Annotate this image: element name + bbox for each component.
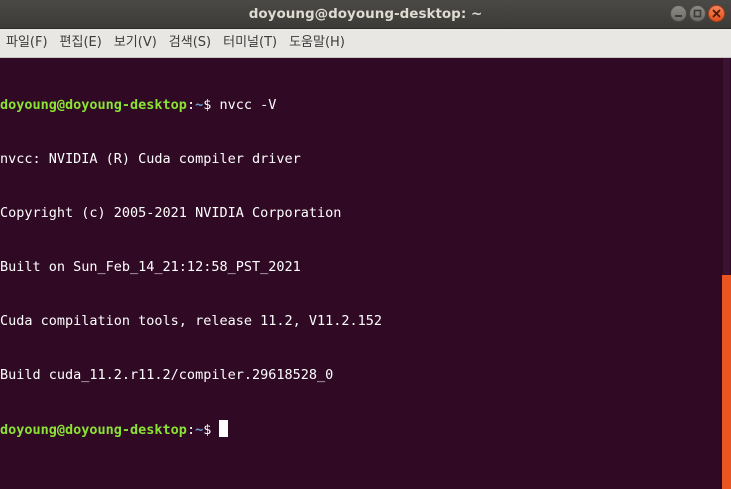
maximize-icon <box>693 9 702 18</box>
active-prompt-line[interactable]: doyoung@doyoung-desktop:~$ <box>0 420 722 438</box>
output-line: Built on Sun_Feb_14_21:12:58_PST_2021 <box>0 259 301 275</box>
terminal-output-area[interactable]: doyoung@doyoung-desktop:~$ nvcc -V nvcc:… <box>0 58 722 489</box>
minimize-button[interactable] <box>670 5 687 22</box>
close-button[interactable] <box>708 5 725 22</box>
menu-view[interactable]: 보기(V) <box>108 29 163 57</box>
text-cursor <box>219 420 229 437</box>
prompt-separator: : <box>186 97 196 113</box>
prompt-sign: $ <box>203 97 220 113</box>
prompt-user: doyoung@doyoung-desktop <box>0 97 187 113</box>
command-line: doyoung@doyoung-desktop:~$ nvcc -V <box>0 96 722 114</box>
output-line: nvcc: NVIDIA (R) Cuda compiler driver <box>0 151 301 167</box>
vertical-scrollbar[interactable] <box>722 58 731 489</box>
maximize-button[interactable] <box>689 5 706 22</box>
prompt-path: ~ <box>195 97 204 113</box>
scrollbar-thumb[interactable] <box>722 275 731 489</box>
command-text: nvcc -V <box>219 97 277 113</box>
menu-file[interactable]: 파일(F) <box>0 29 54 57</box>
terminal-window: doyoung@doyoung-desktop: ~ 파일(F) 편집(E) 보… <box>0 0 731 489</box>
title-bar[interactable]: doyoung@doyoung-desktop: ~ <box>0 0 731 29</box>
prompt-user: doyoung@doyoung-desktop <box>0 422 187 438</box>
menu-help[interactable]: 도움말(H) <box>283 29 351 57</box>
output-line: Copyright (c) 2005-2021 NVIDIA Corporati… <box>0 205 342 221</box>
minimize-icon <box>675 15 682 17</box>
menu-bar: 파일(F) 편집(E) 보기(V) 검색(S) 터미널(T) 도움말(H) <box>0 29 731 58</box>
close-icon <box>712 9 721 18</box>
menu-edit[interactable]: 편집(E) <box>54 29 108 57</box>
menu-search[interactable]: 검색(S) <box>163 29 217 57</box>
output-line: Build cuda_11.2.r11.2/compiler.29618528_… <box>0 367 334 383</box>
prompt-sign: $ <box>203 422 220 438</box>
prompt-path: ~ <box>195 422 204 438</box>
prompt-separator: : <box>186 422 196 438</box>
window-controls <box>670 5 725 22</box>
menu-terminal[interactable]: 터미널(T) <box>217 29 283 57</box>
output-line: Cuda compilation tools, release 11.2, V1… <box>0 313 383 329</box>
window-title: doyoung@doyoung-desktop: ~ <box>248 6 483 22</box>
